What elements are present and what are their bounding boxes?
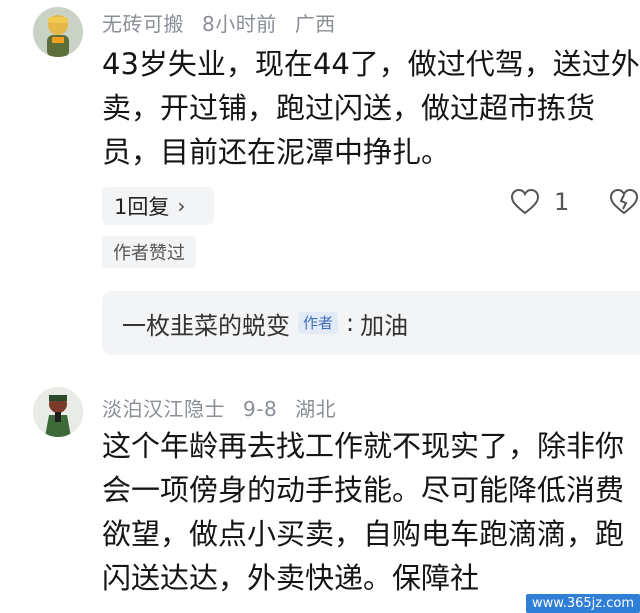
timestamp: 9-8 [243,397,278,421]
avatar[interactable] [33,7,83,57]
location: 湖北 [295,397,337,421]
comment-meta: 无砖可搬 8小时前 广西 [102,8,354,37]
replies-label: 1回复 [114,195,170,219]
comment-text: 43岁失业，现在44了，做过代驾，送过外卖，开过铺，跑过闪送，做过超市拣货员，目… [102,47,640,169]
comment-text: 这个年龄再去找工作就不现实了，除非你会一项傍身的动手技能。尽可能降低消费欲望，做… [102,429,625,595]
watermark: www.365jz.com [526,594,640,613]
like-button[interactable]: 1 [510,188,569,216]
replies-button[interactable]: 1回复 › [102,187,214,225]
reply-username[interactable]: 一枚韭菜的蜕变 [122,306,290,341]
chevron-right-icon: › [177,194,186,218]
username[interactable]: 无砖可搬 [102,12,184,36]
reply-text: 加油 [360,311,409,340]
like-count: 1 [554,188,570,216]
heart-icon [510,188,540,215]
timestamp: 8小时前 [202,12,277,36]
reply-colon: : [346,309,355,337]
author-liked-tag: 作者赞过 [102,236,196,268]
author-badge: 作者 [298,312,339,334]
author-reply[interactable]: 一枚韭菜的蜕变 作者 : 加油 [102,291,640,355]
location: 广西 [294,12,336,36]
username[interactable]: 淡泊汉江隐士 [102,397,225,421]
dislike-icon[interactable] [608,188,640,220]
avatar[interactable] [33,387,83,437]
comment-meta: 淡泊汉江隐士 9-8 湖北 [102,393,354,422]
